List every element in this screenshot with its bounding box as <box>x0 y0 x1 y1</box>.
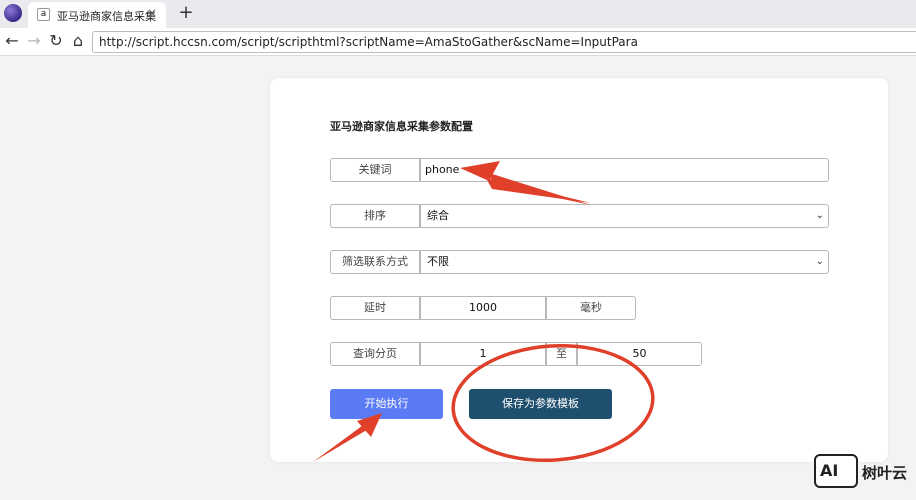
reload-icon[interactable]: ↻ <box>46 31 66 51</box>
pages-label: 查询分页 <box>330 342 420 366</box>
tab-active[interactable]: a 亚马逊商家信息采集 × <box>28 2 166 28</box>
delay-unit-label: 毫秒 <box>546 296 636 320</box>
new-tab-button[interactable]: + <box>177 2 195 24</box>
contact-filter-select[interactable]: 不限 ⌄ <box>420 250 829 274</box>
watermark-text: 树叶云 <box>862 464 908 482</box>
tab-strip: a 亚马逊商家信息采集 × + <box>0 0 916 28</box>
sort-label: 排序 <box>330 204 420 228</box>
contact-filter-label: 筛选联系方式 <box>330 250 420 274</box>
amazon-favicon-icon: a <box>37 8 50 21</box>
sort-select-value: 综合 <box>427 209 449 222</box>
home-icon[interactable]: ⌂ <box>68 31 88 51</box>
delay-input[interactable]: 1000 <box>420 296 546 320</box>
watermark: AI 树叶云 <box>814 454 910 488</box>
browser-logo-icon <box>4 4 22 22</box>
forward-arrow-icon[interactable]: → <box>24 31 44 51</box>
back-arrow-icon[interactable]: ← <box>2 31 22 51</box>
contact-filter-select-value: 不限 <box>427 255 449 268</box>
address-bar: ← → ↻ ⌂ http://script.hccsn.com/script/s… <box>0 28 916 56</box>
url-input[interactable]: http://script.hccsn.com/script/scripthtm… <box>92 31 916 53</box>
chevron-down-icon: ⌄ <box>815 210 824 221</box>
form-title: 亚马逊商家信息采集参数配置 <box>330 120 473 133</box>
tab-title: 亚马逊商家信息采集 <box>57 10 156 23</box>
save-template-button[interactable]: 保存为参数模板 <box>469 389 612 419</box>
keyword-input[interactable]: phone <box>420 158 829 182</box>
keyword-label: 关键词 <box>330 158 420 182</box>
tab-close-icon[interactable]: × <box>145 6 159 22</box>
pages-from-input[interactable]: 1 <box>420 342 546 366</box>
watermark-logo: AI <box>814 454 858 488</box>
delay-label: 延时 <box>330 296 420 320</box>
chevron-down-icon: ⌄ <box>815 256 824 267</box>
sort-select[interactable]: 综合 ⌄ <box>420 204 829 228</box>
pages-to-input[interactable]: 50 <box>577 342 702 366</box>
url-text: http://script.hccsn.com/script/scripthtm… <box>99 35 638 49</box>
start-button[interactable]: 开始执行 <box>330 389 443 419</box>
pages-separator-label: 至 <box>546 342 577 366</box>
